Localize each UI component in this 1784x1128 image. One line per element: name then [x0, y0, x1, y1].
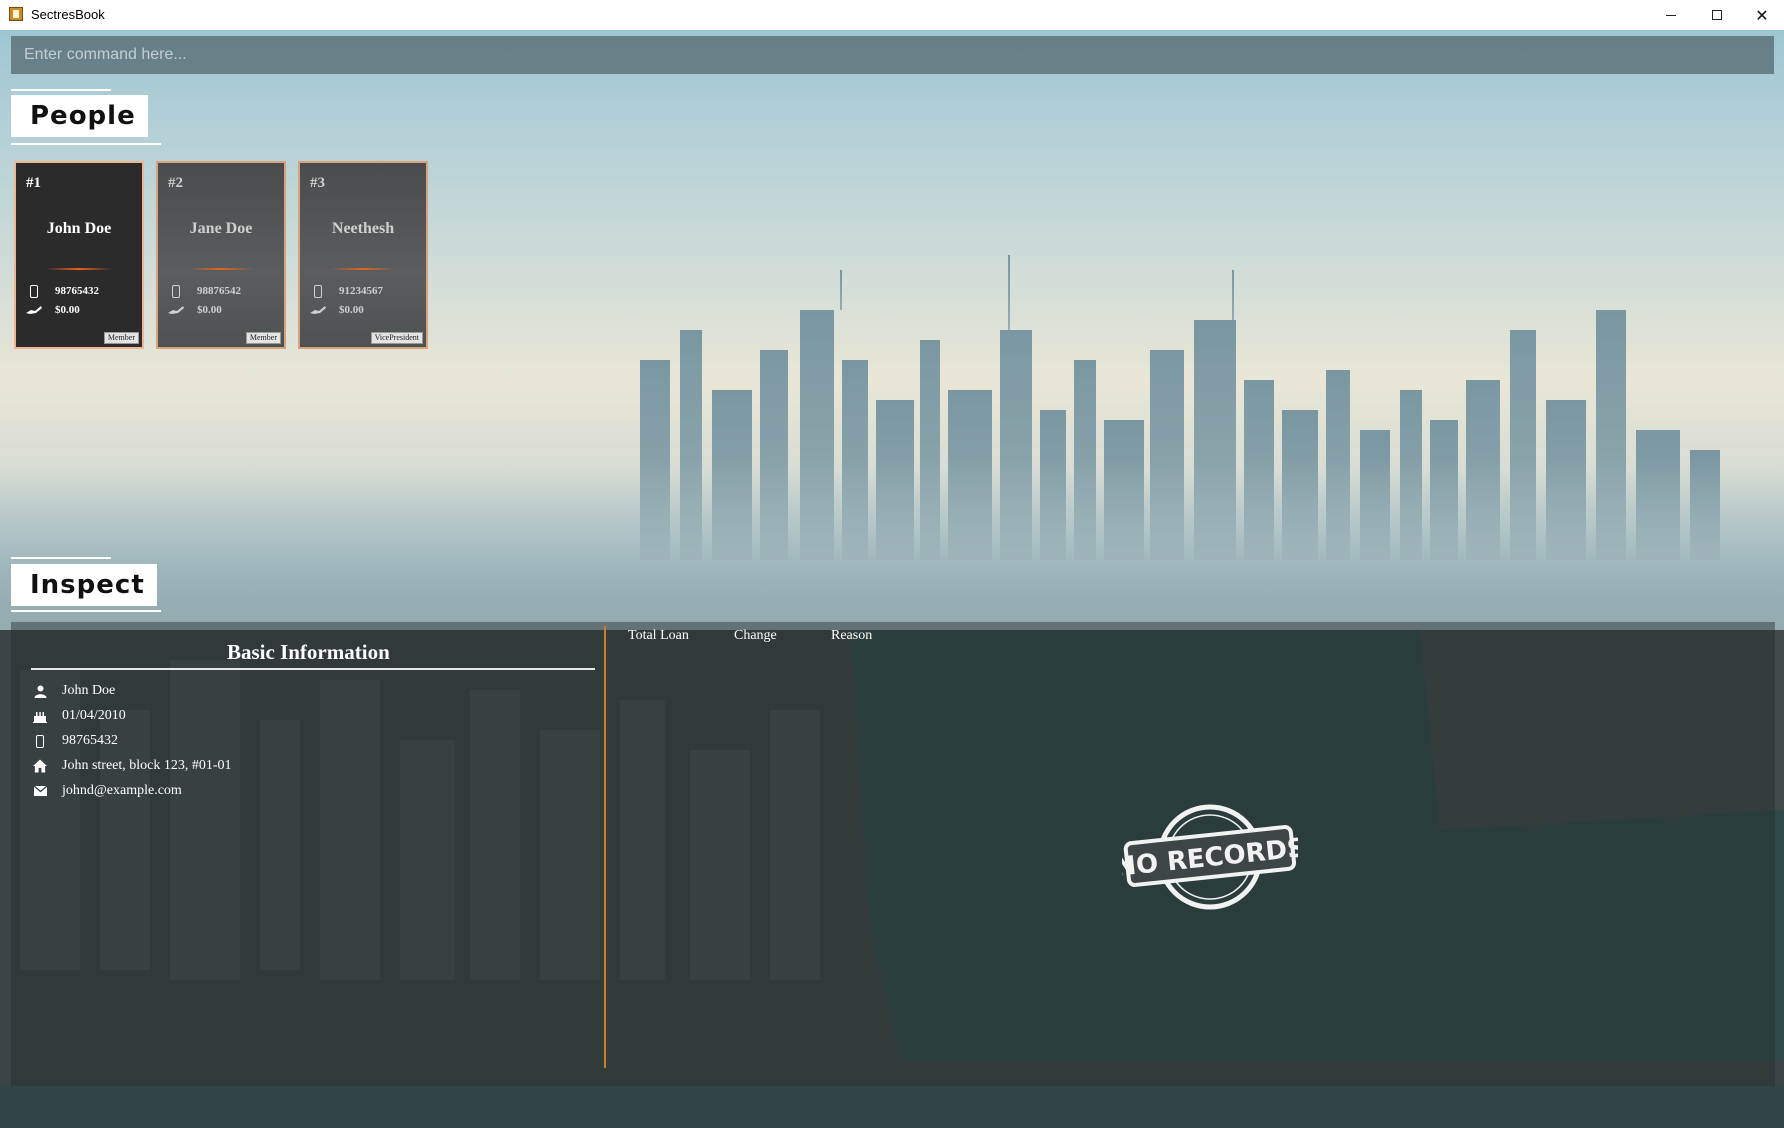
hand-money-icon	[310, 303, 326, 317]
card-loan: $0.00	[339, 304, 364, 316]
card-phone: 91234567	[339, 285, 383, 297]
minimize-button[interactable]	[1648, 0, 1694, 30]
phone-icon	[33, 734, 47, 748]
phone-icon	[310, 284, 326, 298]
info-email-row: johnd@example.com	[33, 783, 182, 799]
phone-icon	[168, 284, 184, 298]
people-header-line-bottom	[11, 143, 161, 145]
hand-money-icon	[26, 303, 42, 317]
info-phone-row: 98765432	[33, 733, 118, 749]
app-icon	[9, 7, 23, 21]
command-input[interactable]	[11, 36, 1774, 74]
inspect-header-line-top	[11, 557, 111, 559]
people-header-line-top	[11, 89, 111, 91]
no-records-stamp: NO RECORDS	[1122, 804, 1298, 910]
basic-info-title: Basic Information	[227, 640, 390, 664]
phone-icon	[26, 284, 42, 298]
cake-icon	[33, 709, 47, 723]
card-loan-row: $0.00	[310, 303, 364, 317]
info-name: John Doe	[62, 683, 116, 698]
info-birthday: 01/04/2010	[62, 708, 126, 723]
info-email: johnd@example.com	[62, 783, 182, 798]
card-index: #2	[168, 175, 183, 191]
minimize-icon	[1666, 14, 1676, 16]
card-index: #3	[310, 175, 325, 191]
info-address-row: John street, block 123, #01-01	[33, 758, 232, 774]
maximize-icon	[1712, 10, 1722, 20]
role-badge: Member	[245, 332, 281, 344]
card-loan: $0.00	[55, 304, 80, 316]
inspect-header-line-bottom	[11, 610, 161, 612]
card-name: Neethesh	[331, 220, 395, 237]
home-icon	[33, 759, 47, 773]
card-loan: $0.00	[197, 304, 222, 316]
card-name: John Doe	[46, 220, 112, 237]
info-phone: 98765432	[62, 733, 118, 748]
person-icon	[33, 684, 47, 698]
info-name-row: John Doe	[33, 683, 115, 699]
basic-info-underline	[31, 668, 595, 670]
close-button[interactable]: ✕	[1739, 0, 1784, 30]
card-divider	[46, 268, 112, 270]
column-header-total-loan[interactable]: Total Loan	[628, 628, 689, 644]
role-badge: Member	[103, 332, 139, 344]
skyline-image	[0, 255, 1784, 670]
info-birthday-row: 01/04/2010	[33, 708, 126, 724]
column-header-change[interactable]: Change	[734, 628, 777, 644]
info-address: John street, block 123, #01-01	[62, 758, 232, 773]
card-phone-row: 91234567	[310, 284, 383, 298]
card-loan-row: $0.00	[26, 303, 80, 317]
card-phone: 98765432	[55, 285, 99, 297]
mail-icon	[33, 784, 47, 798]
person-card-2[interactable]: #2 Jane Doe 98876542 $0.00 Member	[156, 161, 286, 349]
close-icon: ✕	[1755, 5, 1769, 25]
inspect-header: Inspect	[11, 564, 157, 606]
card-divider	[330, 268, 396, 270]
maximize-button[interactable]	[1694, 0, 1740, 30]
role-badge: VicePresident	[370, 332, 423, 344]
card-name: Jane Doe	[189, 220, 253, 237]
people-header: People	[11, 95, 148, 137]
card-phone: 98876542	[197, 285, 241, 297]
card-phone-row: 98765432	[26, 284, 99, 298]
column-header-reason[interactable]: Reason	[831, 628, 872, 644]
status-bar	[0, 1086, 1784, 1128]
title-bar: SectresBook ✕	[0, 0, 1784, 30]
panel-divider	[604, 626, 606, 1068]
card-loan-row: $0.00	[168, 303, 222, 317]
card-index: #1	[26, 175, 41, 191]
hand-money-icon	[168, 303, 184, 317]
inspect-panel: Basic Information John Doe 01/04/2010 98…	[11, 622, 1775, 1086]
window-title: SectresBook	[31, 7, 105, 22]
card-phone-row: 98876542	[168, 284, 241, 298]
card-divider	[188, 268, 254, 270]
person-card-3[interactable]: #3 Neethesh 91234567 $0.00 VicePresident	[298, 161, 428, 349]
person-card-1[interactable]: #1 John Doe 98765432 $0.00 Member	[14, 161, 144, 349]
